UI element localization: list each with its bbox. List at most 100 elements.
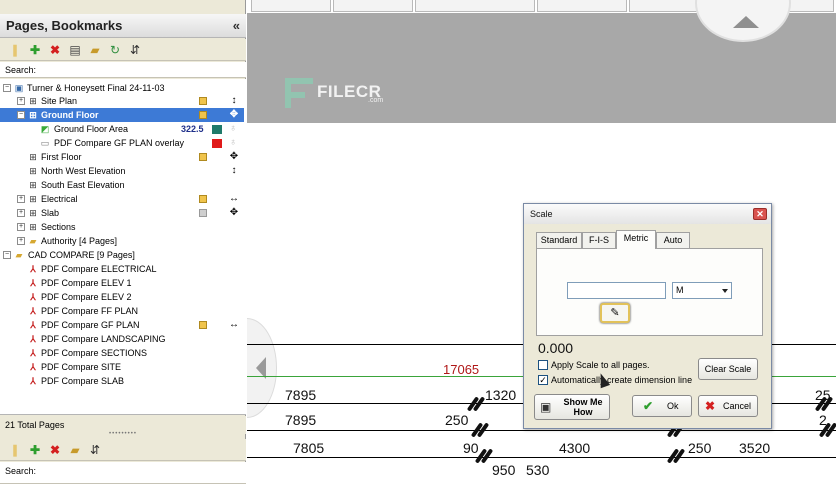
tab-metric[interactable]: Metric <box>616 230 656 249</box>
clear-scale-button[interactable]: Clear Scale <box>698 358 758 380</box>
tree-item-pdf-ff[interactable]: ⅄ PDF Compare FF PLAN <box>0 304 244 318</box>
dimension-tick-icon <box>465 398 487 409</box>
highlight-marker-icon <box>199 209 207 217</box>
up-arrow-icon[interactable] <box>733 16 759 28</box>
tree-item-pdf-elev2[interactable]: ⅄ PDF Compare ELEV 2 <box>0 290 244 304</box>
tree-item-north-west-elevation[interactable]: ⊞ North West Elevation ↕ <box>0 164 244 178</box>
pdf-icon: ⅄ <box>30 348 36 358</box>
highlight-marker-icon <box>199 97 207 105</box>
search-input[interactable] <box>40 63 240 76</box>
page-icon: ⊞ <box>29 222 37 232</box>
tree-item-pdf-electrical[interactable]: ⅄ PDF Compare ELECTRICAL <box>0 262 244 276</box>
tab-auto[interactable]: Auto <box>656 232 690 248</box>
ruler-pencil-icon: ✎ <box>610 307 620 319</box>
area-icon: ◩ <box>40 124 50 134</box>
refresh-icon[interactable]: ↻ <box>107 42 123 58</box>
unit-select[interactable]: M <box>672 282 732 299</box>
show-me-how-button[interactable]: ▣ Show Me How <box>534 394 610 420</box>
page-icon: ⊞ <box>29 194 37 204</box>
area-value: 322.5 <box>181 124 204 134</box>
dimension-label: 17065 <box>443 362 480 377</box>
tree-item-slab[interactable]: + ⊞ Slab ✥ <box>0 206 244 220</box>
checkmark-icon[interactable]: ✓ <box>538 375 548 385</box>
dimension-tick-icon <box>665 450 687 461</box>
top-tab[interactable] <box>251 0 331 12</box>
ok-button[interactable]: ✔ Ok <box>632 395 692 417</box>
tree-item-pdf-gf-overlay[interactable]: ▭ PDF Compare GF PLAN overlay ♁ <box>0 136 244 150</box>
top-tab[interactable] <box>415 0 535 12</box>
delete-icon[interactable]: ✖ <box>47 442 63 458</box>
close-icon[interactable]: ✕ <box>753 208 767 220</box>
folder-icon[interactable]: ▰ <box>67 442 83 458</box>
tab-fis[interactable]: F-I-S <box>582 232 616 248</box>
collapse-icon[interactable]: − <box>17 111 25 119</box>
top-tab[interactable] <box>537 0 627 12</box>
dimension-label: 250 <box>688 440 712 456</box>
tree-item-first-floor[interactable]: ⊞ First Floor ✥ <box>0 150 244 164</box>
collapse-icon[interactable]: − <box>3 84 11 92</box>
cancel-button[interactable]: ✖ Cancel <box>698 395 758 417</box>
tree-item-pdf-site[interactable]: ⅄ PDF Compare SITE <box>0 360 244 374</box>
bottom-search-input[interactable] <box>40 465 240 478</box>
pdf-icon: ⅄ <box>30 334 36 344</box>
bottom-search-row: Search: <box>0 462 246 484</box>
tree-item-south-east-elevation[interactable]: ⊞ South East Elevation <box>0 178 244 192</box>
tree-item-authority[interactable]: + ▰ Authority [4 Pages] <box>0 234 244 248</box>
expand-icon[interactable]: + <box>17 209 25 217</box>
sort-icon[interactable]: ⇵ <box>127 42 143 58</box>
horizontal-arrow-icon: ↔ <box>229 193 239 204</box>
dialog-title: Scale <box>530 209 553 219</box>
folder-icon[interactable]: ▰ <box>87 42 103 58</box>
tree-root[interactable]: − ▣ Turner & Honeysett Final 24-11-03 <box>0 81 244 95</box>
measure-scale-button[interactable]: ✎ <box>600 303 630 323</box>
tree-item-pdf-sections[interactable]: ⅄ PDF Compare SECTIONS <box>0 346 244 360</box>
move-arrows-icon: ✥ <box>229 207 239 218</box>
document-icon: ▣ <box>14 83 24 93</box>
lightbulb-icon[interactable]: ♁ <box>228 122 238 136</box>
dimension-label: 530 <box>526 462 550 478</box>
page-icon: ⊞ <box>29 166 37 176</box>
dimension-label: 7895 <box>285 387 317 403</box>
search-label: Search: <box>5 65 37 75</box>
tree-item-ground-floor-area[interactable]: ◩ Ground Floor Area 322.5 ♁ <box>0 122 244 136</box>
tree-item-cad-compare[interactable]: − ▰ CAD COMPARE [9 Pages] <box>0 248 244 262</box>
total-pages-label: 21 Total Pages <box>5 420 65 430</box>
sort-icon[interactable]: ⇵ <box>87 442 103 458</box>
panel-splitter[interactable]: ••••••••• <box>0 431 246 437</box>
tree-item-ground-floor[interactable]: − ⊞ Ground Floor ✥ <box>0 108 244 122</box>
tree-item-pdf-landscaping[interactable]: ⅄ PDF Compare LANDSCAPING <box>0 332 244 346</box>
delete-icon[interactable]: ✖ <box>47 42 63 58</box>
apply-all-pages-checkbox[interactable]: Apply Scale to all pages. <box>538 360 698 372</box>
collapse-panel-button[interactable]: « <box>233 18 240 33</box>
tree-item-sections[interactable]: + ⊞ Sections <box>0 220 244 234</box>
pages-bookmarks-panel: Pages, Bookmarks « ∥ ✚ ✖ ▤ ▰ ↻ ⇵ Search:… <box>0 0 246 484</box>
highlight-icon[interactable]: ∥ <box>7 442 23 458</box>
tree-item-site-plan[interactable]: + ⊞ Site Plan ↕ <box>0 94 244 108</box>
scale-length-input[interactable] <box>567 282 666 299</box>
lightbulb-icon[interactable]: ♁ <box>228 136 238 150</box>
tree-item-pdf-gf[interactable]: ⅄ PDF Compare GF PLAN ↔ <box>0 318 244 332</box>
expand-icon[interactable]: + <box>17 195 25 203</box>
expand-icon[interactable]: + <box>17 97 25 105</box>
vertical-arrow-icon: ↕ <box>231 95 237 106</box>
pdf-icon: ⅄ <box>30 362 36 372</box>
highlight-marker-icon <box>199 195 207 203</box>
tree-item-pdf-slab[interactable]: ⅄ PDF Compare SLAB <box>0 374 244 388</box>
tree-item-electrical[interactable]: + ⊞ Electrical ↔ <box>0 192 244 206</box>
tree-item-pdf-elev1[interactable]: ⅄ PDF Compare ELEV 1 <box>0 276 244 290</box>
checkbox-unchecked[interactable] <box>538 360 548 370</box>
expand-icon[interactable]: + <box>17 223 25 231</box>
top-tab[interactable] <box>333 0 413 12</box>
layers-icon[interactable]: ▤ <box>67 42 83 58</box>
add-icon[interactable]: ✚ <box>27 442 43 458</box>
highlight-icon[interactable]: ∥ <box>7 42 23 58</box>
collapse-icon[interactable]: − <box>3 251 11 259</box>
auto-dimension-checkbox[interactable]: ✓ Automatically create dimension line <box>538 375 698 387</box>
expand-icon[interactable]: + <box>17 237 25 245</box>
filecr-logo-icon <box>285 78 313 108</box>
color-swatch[interactable] <box>212 139 222 148</box>
dialog-title-bar[interactable]: Scale ✕ <box>524 204 771 224</box>
tab-standard[interactable]: Standard <box>536 232 582 248</box>
color-swatch[interactable] <box>212 125 222 134</box>
add-icon[interactable]: ✚ <box>27 42 43 58</box>
